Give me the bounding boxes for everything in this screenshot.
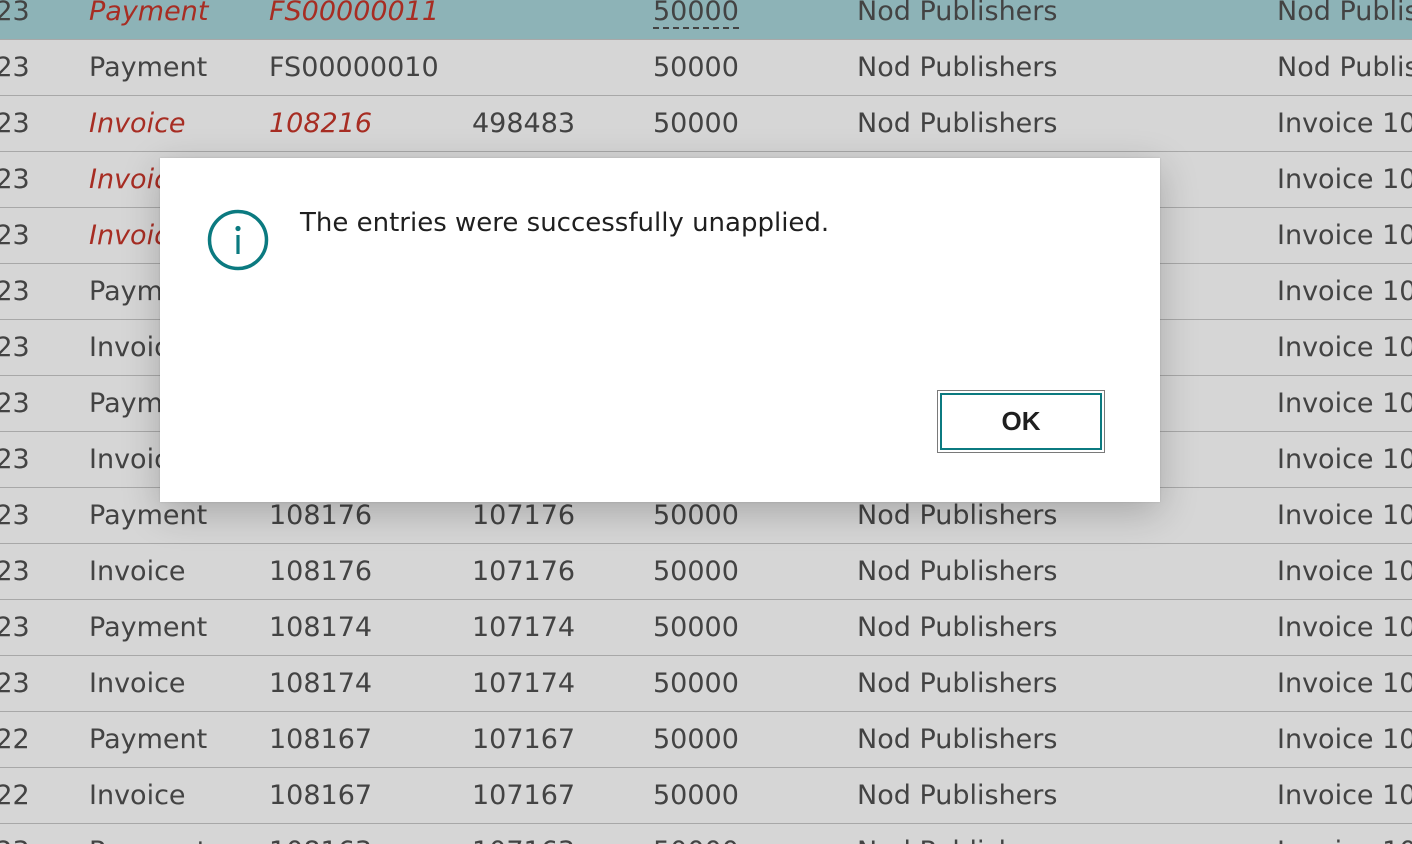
info-icon (207, 209, 269, 271)
message-dialog: The entries were successfully unapplied.… (160, 158, 1160, 502)
ok-button[interactable]: OK (937, 390, 1105, 453)
dialog-message: The entries were successfully unapplied. (300, 208, 830, 238)
ok-button-label: OK (940, 393, 1102, 450)
page: 2023PaymentFS0000001150000Nod Publishers… (0, 0, 1412, 844)
